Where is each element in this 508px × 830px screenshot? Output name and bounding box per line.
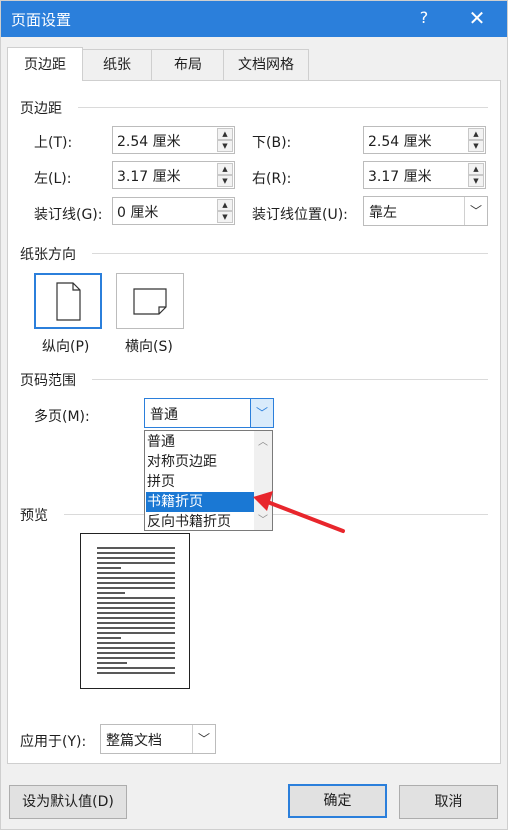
left-margin-spinner[interactable]: 3.17 厘米 ▲ ▼	[112, 161, 235, 189]
page-setup-dialog: 页面设置 ? ✕ 页边距 纸张 布局 文档网格 页边距 上(T): 2.54 厘…	[0, 0, 508, 830]
window-title: 页面设置	[11, 11, 72, 29]
orientation-section-title: 纸张方向	[20, 247, 76, 263]
chevron-down-icon[interactable]: ﹀	[464, 197, 487, 225]
title-bar: 页面设置 ? ✕	[1, 1, 507, 37]
bottom-margin-spinner[interactable]: 2.54 厘米 ▲ ▼	[363, 126, 486, 154]
left-margin-value[interactable]: 3.17 厘米	[117, 166, 181, 186]
top-margin-up-icon[interactable]: ▲	[217, 128, 233, 140]
right-margin-up-icon[interactable]: ▲	[468, 163, 484, 175]
landscape-page-icon	[133, 288, 167, 315]
portrait-button[interactable]	[34, 273, 102, 329]
right-margin-spinner[interactable]: 3.17 厘米 ▲ ▼	[363, 161, 486, 189]
right-margin-label: 右(R):	[252, 171, 292, 187]
top-margin-value[interactable]: 2.54 厘米	[117, 131, 181, 151]
dropdown-option-selected[interactable]: 书籍折页	[146, 492, 254, 512]
tab-document-grid[interactable]: 文档网格	[223, 49, 309, 80]
pages-section-title: 页码范围	[20, 373, 76, 389]
tab-layout[interactable]: 布局	[151, 49, 225, 80]
dropdown-option[interactable]: 对称页边距	[146, 452, 254, 472]
left-margin-label: 左(L):	[34, 171, 72, 187]
gutter-label: 装订线(G):	[34, 207, 103, 223]
landscape-button[interactable]	[116, 273, 184, 329]
preview-page	[80, 533, 190, 689]
preview-section-title: 预览	[20, 508, 48, 524]
dropdown-option[interactable]: 普通	[146, 432, 254, 452]
bottom-margin-label: 下(B):	[252, 135, 292, 151]
tab-paper[interactable]: 纸张	[81, 49, 153, 80]
bottom-margin-value[interactable]: 2.54 厘米	[368, 131, 432, 151]
right-margin-down-icon[interactable]: ▼	[468, 175, 484, 187]
multiple-pages-select[interactable]: 普通 ﹀	[144, 398, 274, 428]
orientation-divider	[92, 253, 488, 254]
landscape-label[interactable]: 横向(S)	[125, 336, 173, 356]
multiple-pages-label: 多页(M):	[34, 409, 90, 425]
apply-to-value[interactable]: 整篇文档	[106, 730, 162, 750]
dropdown-option[interactable]: 反向书籍折页	[146, 512, 254, 532]
pages-divider	[92, 379, 488, 380]
apply-to-select[interactable]: 整篇文档 ﹀	[100, 724, 216, 754]
left-margin-up-icon[interactable]: ▲	[217, 163, 233, 175]
preview-lines	[97, 547, 175, 674]
gutter-position-select[interactable]: 靠左 ﹀	[363, 196, 488, 226]
top-margin-down-icon[interactable]: ▼	[217, 140, 233, 152]
apply-to-label: 应用于(Y):	[20, 734, 87, 750]
cancel-button[interactable]: 取消	[399, 785, 498, 819]
gutter-up-icon[interactable]: ▲	[217, 199, 233, 211]
bottom-margin-down-icon[interactable]: ▼	[468, 140, 484, 152]
multiple-pages-value[interactable]: 普通	[150, 404, 178, 424]
gutter-position-label: 装订线位置(U):	[252, 207, 348, 223]
gutter-value[interactable]: 0 厘米	[117, 202, 158, 222]
margins-divider	[78, 107, 488, 108]
dropdown-option[interactable]: 拼页	[146, 472, 254, 492]
help-button[interactable]: ?	[414, 8, 434, 27]
top-margin-spinner[interactable]: 2.54 厘米 ▲ ▼	[112, 126, 235, 154]
chevron-down-icon[interactable]: ﹀	[192, 725, 215, 753]
gutter-down-icon[interactable]: ▼	[217, 211, 233, 223]
chevron-down-icon[interactable]: ﹀	[250, 399, 273, 427]
tab-margins[interactable]: 页边距	[7, 47, 83, 81]
right-margin-value[interactable]: 3.17 厘米	[368, 166, 432, 186]
bottom-margin-up-icon[interactable]: ▲	[468, 128, 484, 140]
ok-button[interactable]: 确定	[288, 784, 387, 818]
portrait-label[interactable]: 纵向(P)	[42, 336, 89, 356]
margins-section-title: 页边距	[20, 101, 62, 117]
gutter-position-value[interactable]: 靠左	[369, 202, 397, 222]
annotation-arrow-icon	[253, 491, 345, 533]
top-margin-label: 上(T):	[34, 135, 73, 151]
scroll-up-icon[interactable]: ︿	[254, 433, 272, 448]
portrait-page-icon	[56, 282, 81, 321]
left-margin-down-icon[interactable]: ▼	[217, 175, 233, 187]
set-default-button[interactable]: 设为默认值(D)	[9, 785, 127, 819]
gutter-spinner[interactable]: 0 厘米 ▲ ▼	[112, 197, 235, 225]
close-button[interactable]: ✕	[465, 6, 489, 30]
